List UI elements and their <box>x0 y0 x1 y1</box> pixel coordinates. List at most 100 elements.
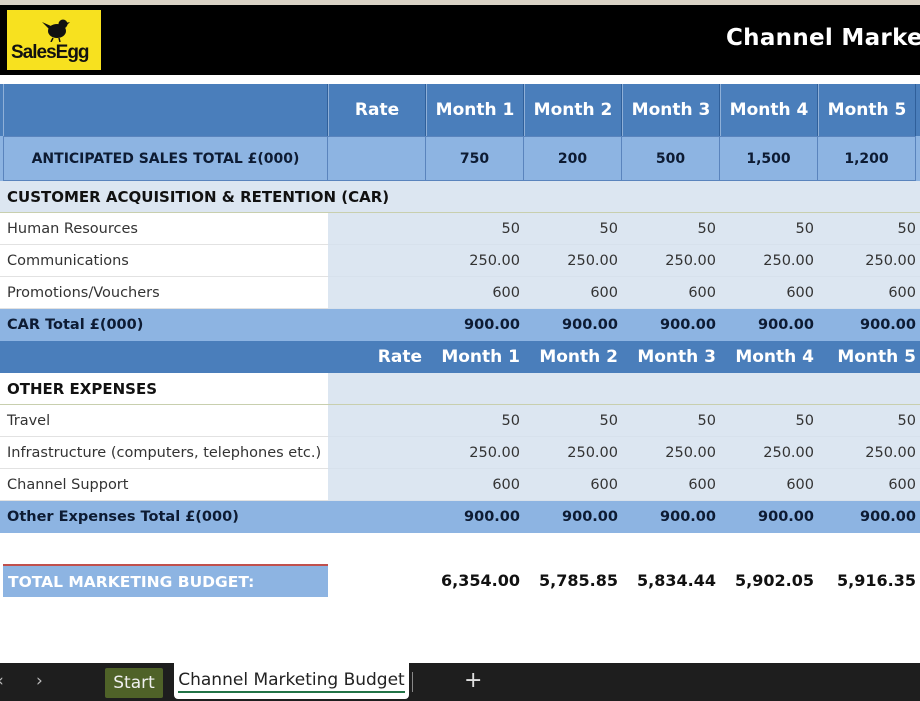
total-cell[interactable]: 900.00 <box>720 501 818 533</box>
sales-label-cell[interactable]: ANTICIPATED SALES TOTAL £(000) <box>3 136 328 181</box>
rate-cell[interactable] <box>328 213 426 245</box>
value-cell[interactable]: 50 <box>720 405 818 437</box>
sales-value-cell[interactable]: 750 <box>426 136 524 181</box>
value-cell[interactable]: 250.00 <box>818 245 920 277</box>
value-cell[interactable]: 50 <box>524 213 622 245</box>
logo-text: SalesEgg <box>11 42 90 63</box>
total-cell[interactable]: 900.00 <box>818 309 920 341</box>
value-cell[interactable]: 50 <box>426 405 524 437</box>
value-cell[interactable]: 250.00 <box>818 437 920 469</box>
value-cell[interactable]: 600 <box>622 469 720 501</box>
total-cell[interactable]: 900.00 <box>720 309 818 341</box>
header-month-5[interactable]: Month 5 <box>818 341 920 373</box>
value-cell[interactable]: 250.00 <box>720 437 818 469</box>
value-cell[interactable]: 50 <box>818 213 920 245</box>
header-blank-cell[interactable] <box>3 84 328 136</box>
header-month-2[interactable]: Month 2 <box>524 341 622 373</box>
total-cell[interactable]: 900.00 <box>818 501 920 533</box>
header-month-1[interactable]: Month 1 <box>426 341 524 373</box>
spreadsheet-window: SalesEgg Channel Marke Rate Month 1 Mont… <box>0 0 920 701</box>
value-cell[interactable]: 600 <box>622 277 720 309</box>
rate-cell[interactable] <box>328 501 426 533</box>
value-cell[interactable]: 600 <box>524 469 622 501</box>
budget-value-cell[interactable]: 6,354.00 <box>426 564 524 597</box>
header-month-5[interactable]: Month 5 <box>818 84 916 136</box>
value-cell[interactable]: 600 <box>426 277 524 309</box>
header-month-1[interactable]: Month 1 <box>426 84 524 136</box>
total-cell[interactable]: 900.00 <box>622 501 720 533</box>
header-rate-cell[interactable]: Rate <box>0 341 426 373</box>
value-cell[interactable]: 250.00 <box>524 437 622 469</box>
sales-rate-cell[interactable] <box>328 136 426 181</box>
value-cell[interactable]: 250.00 <box>426 437 524 469</box>
value-cell[interactable]: 600 <box>524 277 622 309</box>
car-section-title[interactable]: CUSTOMER ACQUISITION & RETENTION (CAR) <box>0 181 920 212</box>
row-label[interactable]: Infrastructure (computers, telephones et… <box>0 437 328 469</box>
value-cell[interactable]: 50 <box>622 213 720 245</box>
value-cell[interactable]: 250.00 <box>720 245 818 277</box>
other-total-row: Other Expenses Total £(000) 900.00 900.0… <box>0 501 920 533</box>
sales-value-cell[interactable]: 1,200 <box>818 136 916 181</box>
total-cell[interactable]: 900.00 <box>524 309 622 341</box>
value-cell[interactable]: 250.00 <box>622 437 720 469</box>
sales-value-cell[interactable]: 1,500 <box>720 136 818 181</box>
header-month-3[interactable]: Month 3 <box>622 341 720 373</box>
tab-start[interactable]: Start <box>105 668 163 698</box>
budget-value-cell[interactable]: 5,785.85 <box>524 564 622 597</box>
value-cell[interactable]: 50 <box>426 213 524 245</box>
budget-value-cell[interactable]: 5,834.44 <box>622 564 720 597</box>
rate-cell[interactable] <box>328 469 426 501</box>
header-rate-cell[interactable]: Rate <box>328 84 426 136</box>
chevron-left-icon[interactable]: ‹ <box>0 671 4 691</box>
car-total-label[interactable]: CAR Total £(000) <box>0 309 328 341</box>
total-cell[interactable]: 900.00 <box>426 501 524 533</box>
section-fill-cell[interactable] <box>328 373 920 404</box>
rate-cell[interactable] <box>328 405 426 437</box>
row-label[interactable]: Communications <box>0 245 328 277</box>
tab-channel-marketing-budget[interactable]: Channel Marketing Budget <box>174 663 409 699</box>
value-cell[interactable]: 250.00 <box>524 245 622 277</box>
value-cell[interactable]: 50 <box>720 213 818 245</box>
add-sheet-icon[interactable]: + <box>464 668 482 693</box>
rate-cell[interactable] <box>328 437 426 469</box>
value-cell[interactable]: 250.00 <box>426 245 524 277</box>
other-section-title[interactable]: OTHER EXPENSES <box>0 373 328 404</box>
row-label[interactable]: Human Resources <box>0 213 328 245</box>
rate-cell[interactable] <box>328 277 426 309</box>
rate-cell[interactable] <box>328 309 426 341</box>
value-cell[interactable]: 600 <box>818 277 920 309</box>
row-label[interactable]: Channel Support <box>0 469 328 501</box>
value-cell[interactable]: 250.00 <box>622 245 720 277</box>
sales-value-cell[interactable]: 200 <box>524 136 622 181</box>
header-month-2[interactable]: Month 2 <box>524 84 622 136</box>
row-label[interactable]: Promotions/Vouchers <box>0 277 328 309</box>
header-month-4[interactable]: Month 4 <box>720 341 818 373</box>
column-header-row: Rate Month 1 Month 2 Month 3 Month 4 Mon… <box>0 84 920 136</box>
row-label[interactable]: Travel <box>0 405 328 437</box>
tab-divider <box>412 672 413 692</box>
header-month-4[interactable]: Month 4 <box>720 84 818 136</box>
value-cell[interactable]: 600 <box>818 469 920 501</box>
value-cell[interactable]: 600 <box>426 469 524 501</box>
repeat-header-row: Rate Month 1 Month 2 Month 3 Month 4 Mon… <box>0 341 920 373</box>
total-cell[interactable]: 900.00 <box>524 501 622 533</box>
table-row: Channel Support 600 600 600 600 600 <box>0 469 920 501</box>
value-cell[interactable]: 50 <box>818 405 920 437</box>
total-cell[interactable]: 900.00 <box>622 309 720 341</box>
sheet-grid: Rate Month 1 Month 2 Month 3 Month 4 Mon… <box>0 75 920 663</box>
value-cell[interactable]: 600 <box>720 469 818 501</box>
budget-label[interactable]: TOTAL MARKETING BUDGET: <box>3 564 328 597</box>
value-cell[interactable]: 50 <box>524 405 622 437</box>
budget-value-cell[interactable]: 5,916.35 <box>818 564 920 597</box>
table-row: Promotions/Vouchers 600 600 600 600 600 <box>0 277 920 309</box>
total-cell[interactable]: 900.00 <box>426 309 524 341</box>
rate-cell[interactable] <box>328 245 426 277</box>
budget-value-cell[interactable]: 5,902.05 <box>720 564 818 597</box>
chevron-right-icon[interactable]: › <box>36 671 43 691</box>
header-month-3[interactable]: Month 3 <box>622 84 720 136</box>
value-cell[interactable]: 50 <box>622 405 720 437</box>
other-total-label[interactable]: Other Expenses Total £(000) <box>0 501 328 533</box>
sheet-tab-bar: ‹ › Start Channel Marketing Budget + <box>0 663 920 701</box>
value-cell[interactable]: 600 <box>720 277 818 309</box>
sales-value-cell[interactable]: 500 <box>622 136 720 181</box>
